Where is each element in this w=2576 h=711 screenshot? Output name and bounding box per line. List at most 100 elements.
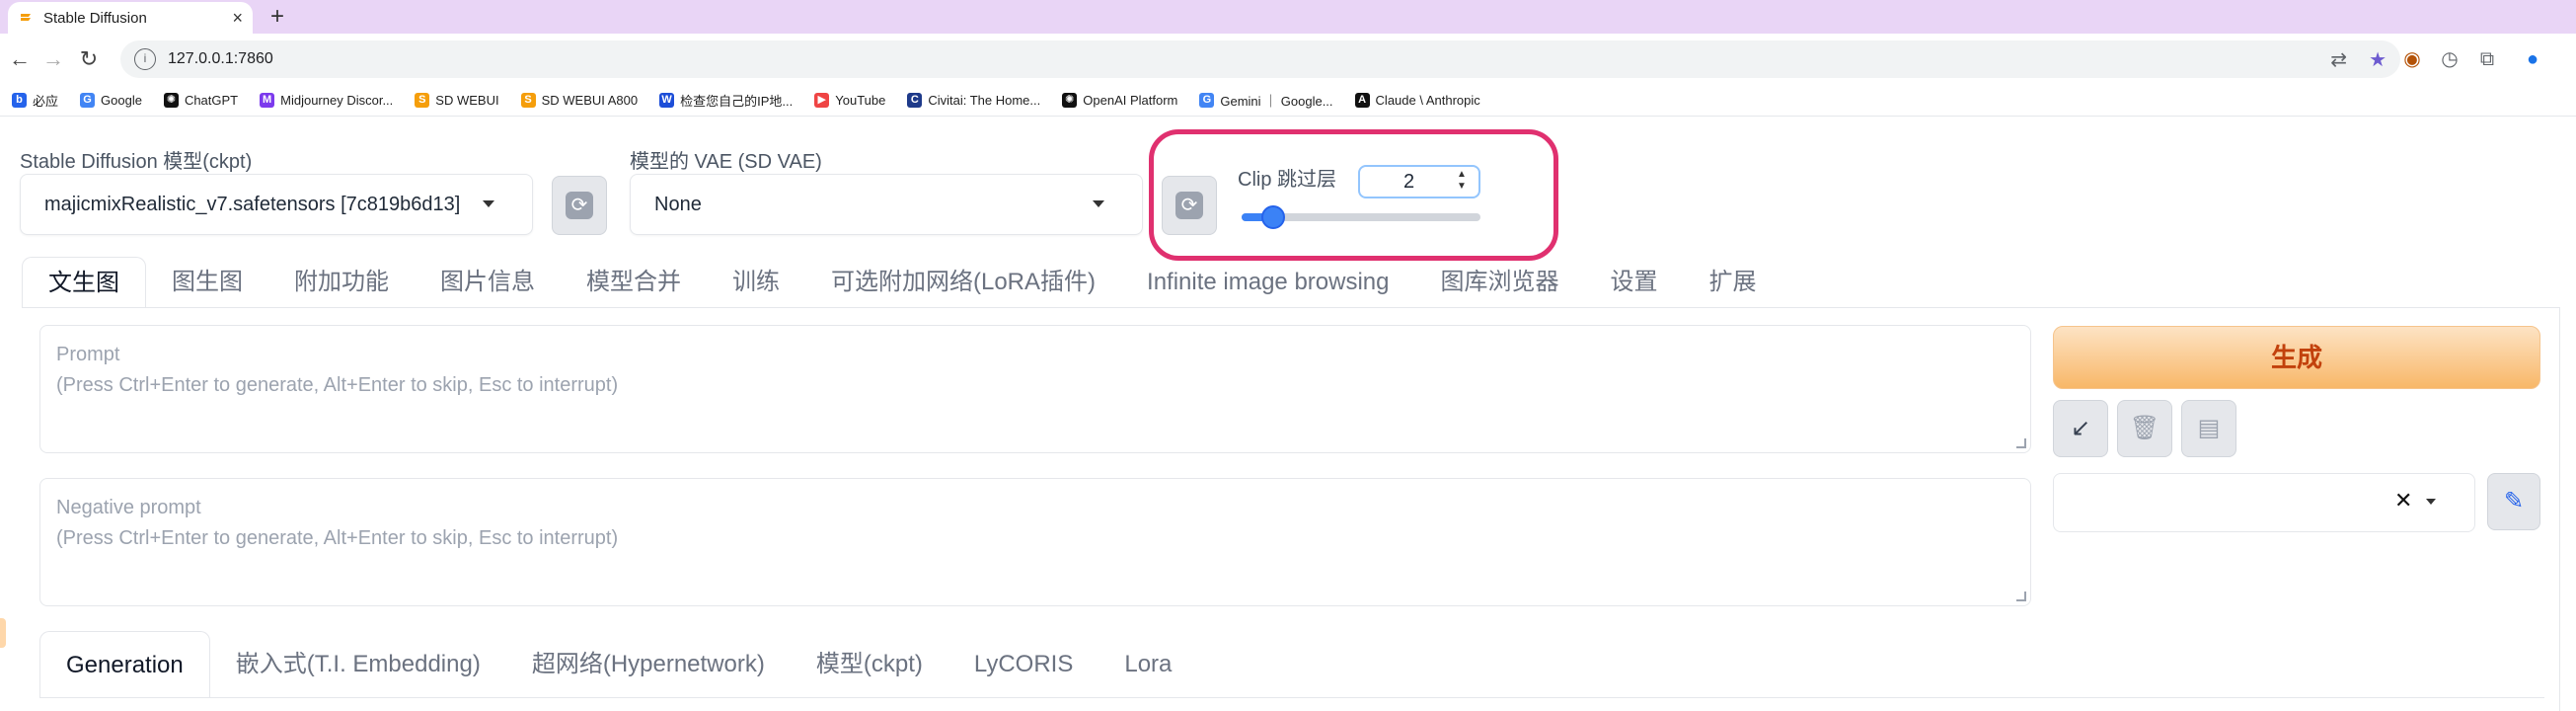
edit-styles-button[interactable]: ✎ <box>2487 473 2540 530</box>
refresh-ckpt-button[interactable]: ⟳ <box>552 176 607 235</box>
bookmark-item[interactable]: ✺ OpenAI Platform <box>1062 93 1177 108</box>
bookmark-label: ChatGPT <box>184 93 239 108</box>
reload-icon[interactable]: ↻ <box>73 43 105 75</box>
main-tabs: 文生图 图生图 附加功能 图片信息 模型合并 训练 可选附加网络(LoRA插件) Infini… <box>22 257 1782 308</box>
vae-value: None <box>654 193 702 215</box>
bookmark-item[interactable]: G Google <box>80 93 142 108</box>
anthropic-icon: A <box>1354 93 1370 108</box>
tab-1[interactable]: 图生图 <box>146 257 268 308</box>
negative-prompt-textarea[interactable]: Negative prompt (Press Ctrl+Enter to gen… <box>39 478 2031 606</box>
trash-icon: 🗑 <box>2129 415 2160 441</box>
bookmark-item[interactable]: G Gemini ｜ Google... <box>1199 91 1333 110</box>
close-tab-icon[interactable]: × <box>232 8 243 29</box>
clip-skip-slider[interactable] <box>1242 205 1480 229</box>
browser-tab[interactable]: Stable Diffusion × <box>8 2 253 34</box>
midjourney-icon: M <box>260 93 275 108</box>
bookmark-label: Midjourney Discor... <box>280 93 394 108</box>
bookmark-item[interactable]: W 检查您自己的IP地... <box>659 91 793 110</box>
profile-avatar-icon[interactable]: ● <box>2519 45 2546 73</box>
arrow-down-left-icon: ↙ <box>2070 415 2091 441</box>
bookmark-item[interactable]: ▶ YouTube <box>814 93 885 108</box>
extra-networks-tabs: Generation 嵌入式(T.I. Embedding) 超网络(Hyperne… <box>39 631 1197 698</box>
subtab-3[interactable]: 模型(ckpt) <box>791 631 948 698</box>
slider-thumb[interactable] <box>1261 205 1285 229</box>
extensions-puzzle-icon[interactable]: ⧉ <box>2473 45 2501 73</box>
bing-icon: b <box>12 93 27 108</box>
tab-9[interactable]: 设置 <box>1585 257 1684 308</box>
bookmark-item[interactable]: S SD WEBUI A800 <box>520 93 639 108</box>
bookmark-label: OpenAI Platform <box>1083 93 1178 108</box>
side-panel-handle[interactable] <box>0 618 6 648</box>
new-tab-button[interactable]: + <box>263 2 292 32</box>
tab-5[interactable]: 训练 <box>707 257 805 308</box>
prompt-title: Prompt <box>56 344 120 365</box>
resize-handle-icon[interactable] <box>2016 592 2026 601</box>
number-spinner-icon[interactable]: ▲ ▼ <box>1451 169 1473 195</box>
bookmark-label: Claude \ Anthropic <box>1375 93 1480 108</box>
bookmark-item[interactable]: b 必应 <box>12 91 58 110</box>
vae-label: 模型的 VAE (SD VAE) <box>630 151 822 173</box>
extension-icon[interactable]: ◉ <box>2398 45 2426 73</box>
civitai-icon: C <box>907 93 923 108</box>
site-info-icon[interactable]: i <box>134 48 156 70</box>
negative-prompt-hint: (Press Ctrl+Enter to generate, Alt+Enter… <box>56 527 619 549</box>
tab-3[interactable]: 图片信息 <box>415 257 561 308</box>
tab-7[interactable]: Infinite image browsing <box>1121 257 1414 308</box>
bookmarks-bar: b 必应 G Google ✺ ChatGPT M Midjourney Discor... S… <box>0 85 2576 117</box>
history-icon[interactable]: ◷ <box>2436 45 2463 73</box>
chevron-down-icon[interactable] <box>2426 499 2436 505</box>
browser-tab-title: Stable Diffusion <box>43 9 147 27</box>
resize-handle-icon[interactable] <box>2016 438 2026 448</box>
subtab-1[interactable]: 嵌入式(T.I. Embedding) <box>210 631 506 698</box>
panel-border <box>2559 307 2560 711</box>
tab-4[interactable]: 模型合并 <box>561 257 707 308</box>
bookmark-item[interactable]: C Civitai: The Home... <box>907 93 1040 108</box>
generate-button[interactable]: 生成 <box>2053 326 2540 389</box>
subtab-0[interactable]: Generation <box>39 631 210 698</box>
subtab-2[interactable]: 超网络(Hypernetwork) <box>506 631 791 698</box>
tab-0[interactable]: 文生图 <box>22 257 146 308</box>
gemini-icon: G <box>1199 93 1215 108</box>
ckpt-dropdown[interactable]: majicmixRealistic_v7.safetensors [7c819b… <box>20 174 533 235</box>
tabs-divider <box>22 307 2560 308</box>
translate-icon[interactable]: ⇄ <box>2330 47 2347 72</box>
browser-toolbar: ← → ↻ i 127.0.0.1:7860 ⇄ ★ ◉ ◷ ⧉ ● <box>0 34 2576 85</box>
read-params-button[interactable]: ↙ <box>2053 400 2108 457</box>
clear-styles-icon[interactable]: ✕ <box>2394 488 2412 514</box>
tab-2[interactable]: 附加功能 <box>268 257 415 308</box>
prompt-hint: (Press Ctrl+Enter to generate, Alt+Enter… <box>56 374 619 396</box>
subtab-5[interactable]: Lora <box>1099 631 1197 698</box>
ip-check-icon: W <box>659 93 675 108</box>
bookmark-star-icon[interactable]: ★ <box>2369 47 2387 72</box>
forward-icon[interactable]: → <box>38 43 69 75</box>
bookmark-label: Google <box>101 93 142 108</box>
youtube-icon: ▶ <box>814 93 830 108</box>
bookmark-label: YouTube <box>835 93 886 108</box>
ckpt-value: majicmixRealistic_v7.safetensors [7c819b… <box>44 193 461 215</box>
prompt-textarea[interactable]: Prompt (Press Ctrl+Enter to generate, Al… <box>39 325 2031 453</box>
bookmark-label: 检查您自己的IP地... <box>680 94 794 109</box>
clear-prompt-button[interactable]: 🗑 <box>2117 400 2172 457</box>
tab-8[interactable]: 图库浏览器 <box>1415 257 1585 308</box>
bookmark-label: SD WEBUI <box>435 93 499 108</box>
apply-style-button[interactable]: ▤ <box>2181 400 2236 457</box>
bookmark-item[interactable]: M Midjourney Discor... <box>260 93 393 108</box>
tab-10[interactable]: 扩展 <box>1684 257 1782 308</box>
bookmark-item[interactable]: S SD WEBUI <box>415 93 499 108</box>
browser-tab-strip: Stable Diffusion × + <box>0 0 2576 34</box>
tab-6[interactable]: 可选附加网络(LoRA插件) <box>805 257 1121 308</box>
bookmark-label: SD WEBUI A800 <box>541 93 639 108</box>
bookmark-label: Civitai: The Home... <box>928 93 1041 108</box>
chevron-down-icon <box>483 200 494 207</box>
vae-dropdown[interactable]: None <box>630 174 1143 235</box>
address-bar[interactable]: i 127.0.0.1:7860 ⇄ ★ <box>120 40 2400 78</box>
back-icon[interactable]: ← <box>4 43 36 75</box>
chevron-down-icon <box>1093 200 1104 207</box>
bookmark-item[interactable]: A Claude \ Anthropic <box>1354 93 1480 108</box>
bookmark-item[interactable]: ✺ ChatGPT <box>163 93 239 108</box>
subtab-4[interactable]: LyCORIS <box>948 631 1099 698</box>
bookmark-label: 必应 <box>33 94 59 109</box>
refresh-icon: ⟳ <box>566 192 593 219</box>
clip-skip-highlight-ring <box>1149 129 1558 261</box>
sd-webui-a800-icon: S <box>520 93 536 108</box>
